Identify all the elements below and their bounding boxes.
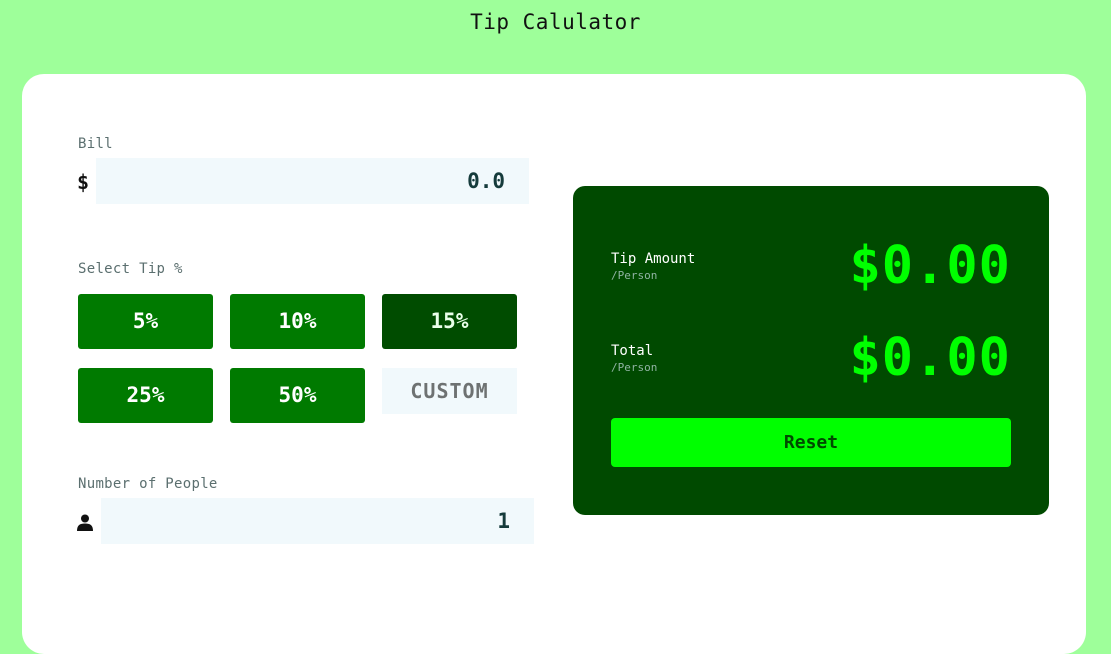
tip-5-button[interactable]: 5%: [78, 294, 213, 349]
total-value: $0.00: [849, 328, 1011, 388]
bill-input[interactable]: 0.0: [96, 158, 529, 204]
tip-15-button[interactable]: 15%: [382, 294, 517, 349]
tip-amount-value: $0.00: [849, 236, 1011, 296]
custom-tip-input[interactable]: CUSTOM: [382, 368, 517, 414]
tip-amount-label: Tip Amount: [611, 251, 696, 267]
people-label: Number of People: [78, 476, 218, 492]
person-icon: [77, 514, 93, 531]
app-title: Tip Calulator: [470, 10, 641, 34]
tip-25-button[interactable]: 25%: [78, 368, 213, 423]
total-per-person: /Person: [611, 361, 658, 374]
bill-label: Bill: [78, 136, 113, 152]
people-input[interactable]: 1: [101, 498, 534, 544]
results-panel: Tip Amount /Person $0.00 Total /Person $…: [573, 186, 1049, 515]
tip-50-button[interactable]: 50%: [230, 368, 365, 423]
tip-10-button[interactable]: 10%: [230, 294, 365, 349]
tip-amount-per-person: /Person: [611, 269, 658, 282]
reset-button[interactable]: Reset: [611, 418, 1011, 467]
dollar-icon: $: [77, 170, 90, 194]
total-label: Total: [611, 343, 654, 359]
select-tip-label: Select Tip %: [78, 261, 183, 277]
